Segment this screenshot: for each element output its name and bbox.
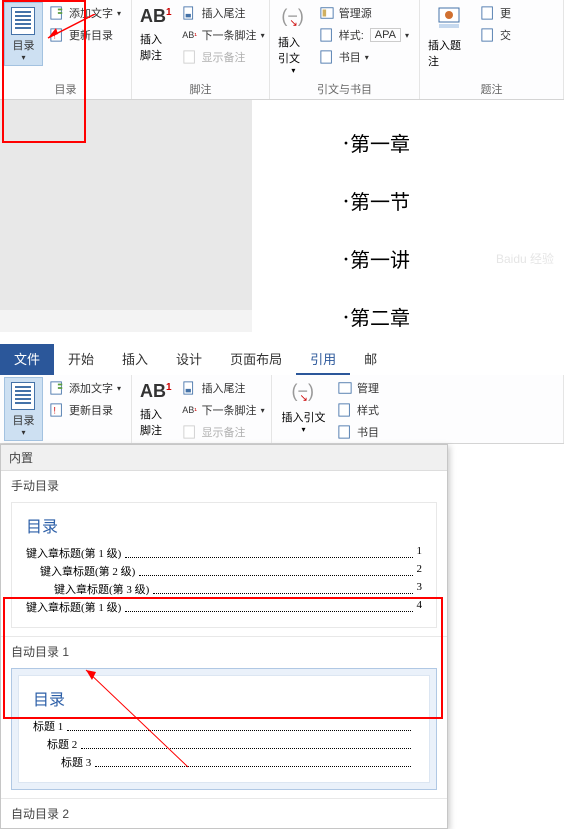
next-footnote-button[interactable]: AB¹ 下一条脚注 ▾ (180, 401, 267, 419)
doc-heading-1: ·第一章 (342, 128, 564, 158)
tab-references[interactable]: 引用 (296, 344, 350, 375)
manage-sources-icon (337, 380, 353, 396)
chevron-down-icon: ▾ (301, 425, 305, 434)
update-button[interactable]: 更 (478, 4, 513, 22)
bibliography-icon (319, 49, 335, 65)
toc-dropdown-menu: 内置 手动目录 目录 键入章标题(第 1 级)1 键入章标题(第 2 级)2 键… (0, 444, 448, 829)
style-dropdown[interactable]: 样式 (335, 401, 381, 419)
doc-icon (480, 5, 496, 21)
toc-icon (11, 382, 35, 410)
update-toc-icon: ! (49, 27, 65, 43)
next-footnote-icon: AB¹ (182, 402, 198, 418)
dropdown-header-builtin: 内置 (1, 445, 447, 471)
chevron-down-icon: ▾ (117, 384, 121, 393)
chevron-down-icon: ▾ (21, 428, 25, 437)
style-icon (337, 402, 353, 418)
group-label-citations: 引文与书目 (274, 79, 415, 99)
group-label-captions: 题注 (424, 79, 559, 99)
insert-caption-button[interactable]: 插入题注 (424, 2, 474, 79)
show-notes-icon (182, 424, 198, 440)
citation-icon: (−)↘ (292, 381, 316, 405)
toc-button[interactable]: 目录 ▾ (4, 2, 43, 66)
caption-icon (437, 6, 461, 33)
update-toc-icon: ! (49, 402, 65, 418)
chevron-down-icon: ▾ (261, 31, 265, 40)
endnote-icon (182, 380, 198, 396)
show-notes-button: 显示备注 (180, 48, 267, 66)
dropdown-item-manual-toc[interactable]: 手动目录 (1, 471, 447, 500)
ab-icon: AB1 (140, 381, 172, 402)
add-text-icon (49, 380, 65, 396)
chevron-down-icon: ▾ (365, 53, 369, 62)
toc-preview-manual[interactable]: 目录 键入章标题(第 1 级)1 键入章标题(第 2 级)2 键入章标题(第 3… (11, 502, 437, 628)
document-page[interactable]: ·第一章 ·第一节 ·第一讲 ·第二章 (252, 100, 564, 332)
svg-text:!: ! (53, 31, 55, 41)
next-footnote-button[interactable]: AB¹ 下一条脚注 ▾ (180, 26, 267, 44)
doc-heading-4: ·第二章 (342, 302, 564, 332)
insert-citation-button[interactable]: (−)↘ 插入引文 ▾ (276, 377, 331, 443)
tab-home[interactable]: 开始 (54, 344, 108, 375)
manage-sources-button[interactable]: 管理 (335, 379, 381, 397)
ab-icon: AB1 (140, 6, 172, 27)
chevron-down-icon: ▾ (261, 406, 265, 415)
add-text-button[interactable]: 添加文字 ▾ (47, 4, 123, 22)
insert-endnote-button[interactable]: 插入尾注 (180, 4, 267, 22)
tab-layout[interactable]: 页面布局 (216, 344, 296, 375)
insert-footnote-button[interactable]: AB1 插入脚注 (136, 2, 176, 79)
style-dropdown[interactable]: 样式: APA ▾ (317, 26, 411, 44)
ribbon-tabs: 文件 开始 插入 设计 页面布局 引用 邮 (0, 344, 564, 375)
group-label-toc: 目录 (4, 79, 127, 99)
chevron-down-icon: ▾ (117, 9, 121, 18)
tab-design[interactable]: 设计 (162, 344, 216, 375)
doc-heading-2: ·第一节 (342, 186, 564, 216)
insert-endnote-button[interactable]: 插入尾注 (180, 379, 267, 397)
toc-button-label: 目录 (12, 37, 34, 53)
update-toc-label: 更新目录 (69, 27, 113, 43)
toc-preview-auto-1[interactable]: 目录 标题 1 标题 2 标题 3 (11, 668, 437, 790)
chevron-down-icon: ▾ (291, 66, 295, 75)
dropdown-item-auto-toc-1[interactable]: 自动目录 1 (1, 636, 447, 666)
bibliography-button[interactable]: 书目 ▾ (317, 48, 411, 66)
chevron-down-icon: ▾ (21, 53, 25, 62)
show-notes-button: 显示备注 (180, 423, 267, 441)
add-text-button[interactable]: 添加文字 ▾ (47, 379, 123, 397)
manage-sources-icon (319, 5, 335, 21)
tab-file[interactable]: 文件 (0, 344, 54, 375)
cross-ref-icon (480, 27, 496, 43)
insert-footnote-button[interactable]: AB1 插入脚注 (136, 377, 176, 443)
update-toc-button[interactable]: ! 更新目录 (47, 26, 123, 44)
style-icon (319, 27, 335, 43)
add-text-icon (49, 5, 65, 21)
dropdown-item-auto-toc-2[interactable]: 自动目录 2 (1, 798, 447, 828)
show-notes-icon (182, 49, 198, 65)
svg-text:!: ! (53, 406, 55, 416)
add-text-label: 添加文字 (69, 5, 113, 21)
cross-ref-button[interactable]: 交 (478, 26, 513, 44)
update-toc-button[interactable]: ! 更新目录 (47, 401, 123, 419)
watermark: Baidu 经验 (496, 250, 554, 267)
bibliography-button[interactable]: 书目 (335, 423, 381, 441)
tab-insert[interactable]: 插入 (108, 344, 162, 375)
manage-sources-button[interactable]: 管理源 (317, 4, 411, 22)
document-margin-area (0, 100, 252, 310)
group-label-footnotes: 脚注 (136, 79, 265, 99)
next-footnote-icon: AB¹ (182, 27, 198, 43)
tab-mail[interactable]: 邮 (350, 344, 391, 375)
toc-button[interactable]: 目录 ▾ (4, 377, 43, 441)
toc-icon (11, 7, 35, 35)
insert-citation-button[interactable]: (−) ↘ 插入引文 ▾ (274, 2, 313, 79)
insert-footnote-label: 插入脚注 (140, 31, 172, 63)
chevron-down-icon: ▾ (405, 31, 409, 40)
citation-icon: (−) ↘ (281, 6, 305, 30)
endnote-icon (182, 5, 198, 21)
bibliography-icon (337, 424, 353, 440)
